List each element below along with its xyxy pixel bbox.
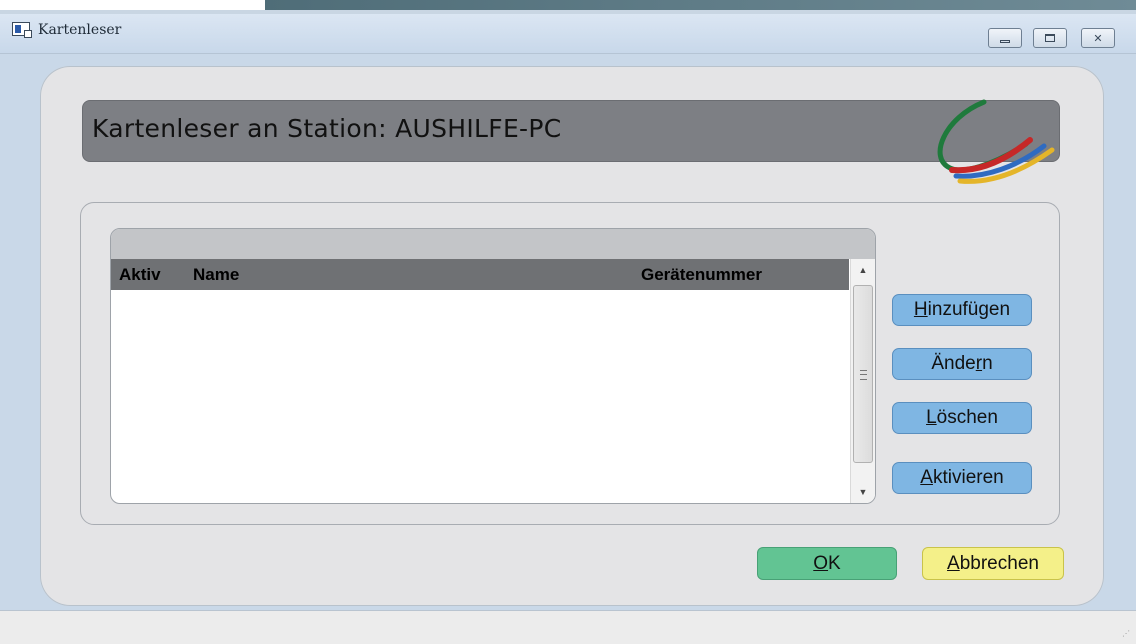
window-titlebar[interactable] — [0, 14, 1136, 54]
maximize-button[interactable] — [1033, 28, 1067, 48]
add-button-label: inzufügen — [927, 299, 1011, 320]
window-title: Kartenleser — [38, 22, 122, 38]
minimize-button[interactable] — [988, 28, 1022, 48]
activate-button[interactable]: Aktivieren — [892, 462, 1032, 494]
list-scrollbar[interactable]: ▲ ▼ — [850, 259, 875, 503]
delete-button[interactable]: Löschen — [892, 402, 1032, 434]
change-button-label-end: n — [982, 353, 993, 374]
minimize-icon — [1000, 39, 1010, 43]
ok-button-accel: O — [813, 552, 829, 574]
app-window-icon — [12, 22, 32, 38]
cancel-button-label: bbrechen — [959, 552, 1039, 574]
change-button-label-start: Ände — [931, 353, 976, 374]
grip-icon — [860, 370, 867, 380]
swoosh-logo — [937, 99, 1055, 184]
add-button[interactable]: Hinzufügen — [892, 294, 1032, 326]
header-title: Kartenleser an Station: AUSHILFE-PC — [92, 114, 562, 143]
activate-button-accel: A — [920, 467, 933, 488]
delete-button-accel: L — [926, 407, 937, 428]
close-icon: ✕ — [1093, 32, 1103, 45]
cancel-button[interactable]: Abbrechen — [922, 547, 1064, 580]
ok-button-label: K — [828, 552, 841, 574]
add-button-accel: H — [913, 299, 928, 320]
scroll-down-arrow-icon[interactable]: ▼ — [851, 481, 875, 503]
column-header-aktiv[interactable]: Aktiv — [119, 265, 161, 285]
delete-button-label: öschen — [936, 407, 998, 428]
column-header-name[interactable]: Name — [193, 265, 239, 285]
change-button[interactable]: Ände r n — [892, 348, 1032, 380]
close-button[interactable]: ✕ — [1081, 28, 1115, 48]
reader-list[interactable]: Aktiv Name Gerätenummer ▲ ▼ — [110, 228, 876, 504]
scroll-up-arrow-icon[interactable]: ▲ — [851, 259, 875, 281]
resize-grip-icon[interactable]: ⋰ — [1122, 629, 1130, 638]
ok-button[interactable]: OK — [757, 547, 897, 580]
status-bar: ⋰ — [0, 610, 1136, 644]
maximize-icon — [1045, 34, 1055, 42]
activate-button-label: ktivieren — [932, 467, 1004, 488]
scroll-thumb[interactable] — [853, 285, 873, 463]
column-header-geraetenummer[interactable]: Gerätenummer — [641, 265, 762, 285]
cancel-button-accel: A — [947, 552, 960, 574]
list-top-band — [111, 229, 875, 259]
top-strip — [0, 0, 1136, 14]
